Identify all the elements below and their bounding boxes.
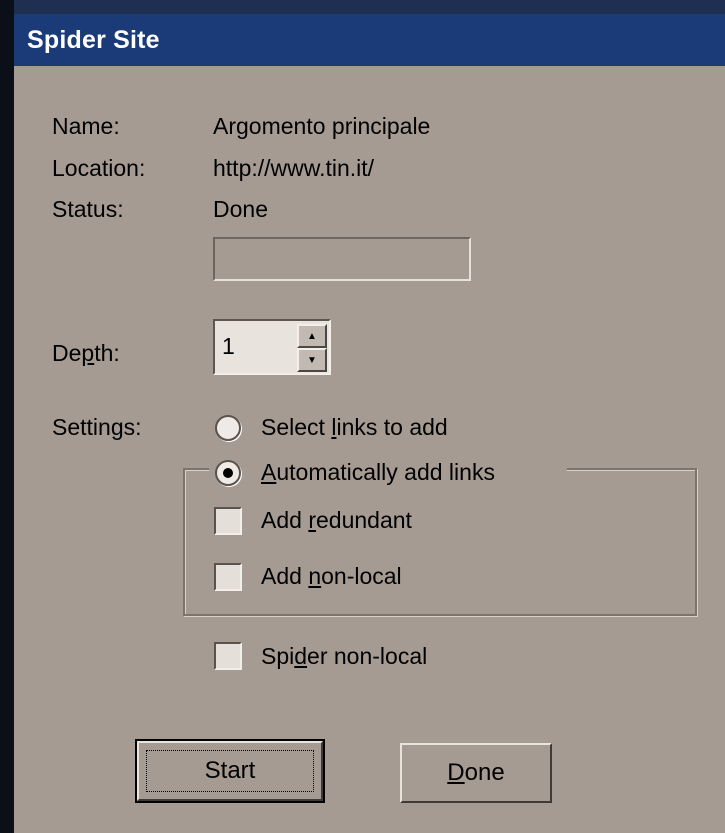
spin-up-button[interactable]: ▲: [297, 324, 327, 348]
location-label: Location:: [52, 155, 146, 181]
radio-auto-add-links[interactable]: [215, 460, 241, 486]
checkbox-spider-nonlocal[interactable]: [214, 642, 242, 670]
desktop-background-top: [0, 0, 725, 14]
arrow-up-icon: ▲: [307, 330, 317, 342]
name-value: Argomento principale: [213, 113, 431, 139]
desktop-background-left: [0, 0, 14, 833]
radio-select-links-label[interactable]: Select links to add: [261, 414, 448, 441]
done-button[interactable]: Done: [400, 743, 552, 803]
arrow-down-icon: ▼: [307, 354, 317, 366]
name-label: Name:: [52, 113, 120, 139]
start-button[interactable]: Start: [135, 739, 325, 803]
status-value: Done: [213, 196, 268, 222]
radio-dot-icon: [223, 468, 233, 478]
location-value: http://www.tin.it/: [213, 155, 375, 181]
done-button-label: Done: [447, 759, 505, 786]
spider-site-dialog: Spider Site Name: Argomento principale L…: [14, 14, 725, 833]
title-bar[interactable]: Spider Site: [14, 14, 725, 68]
spin-down-button[interactable]: ▼: [297, 348, 327, 372]
depth-value[interactable]: 1: [222, 333, 235, 360]
checkbox-add-nonlocal[interactable]: [214, 563, 242, 591]
checkbox-add-nonlocal-label[interactable]: Add non-local: [261, 563, 402, 590]
checkbox-add-redundant-label[interactable]: Add redundant: [261, 507, 412, 534]
start-button-label: Start: [204, 757, 256, 784]
depth-label: Depth:: [52, 340, 120, 366]
window-title: Spider Site: [27, 26, 160, 54]
progress-bar: [213, 237, 471, 281]
radio-auto-add-links-label[interactable]: Automatically add links: [261, 459, 495, 486]
depth-spinner[interactable]: 1 ▲ ▼: [213, 319, 331, 375]
checkbox-add-redundant[interactable]: [214, 507, 242, 535]
checkbox-spider-nonlocal-label[interactable]: Spider non-local: [261, 643, 427, 670]
radio-select-links[interactable]: [215, 415, 241, 441]
status-label: Status:: [52, 196, 124, 222]
settings-label: Settings:: [52, 414, 142, 440]
auto-add-groupbox: [183, 468, 697, 616]
